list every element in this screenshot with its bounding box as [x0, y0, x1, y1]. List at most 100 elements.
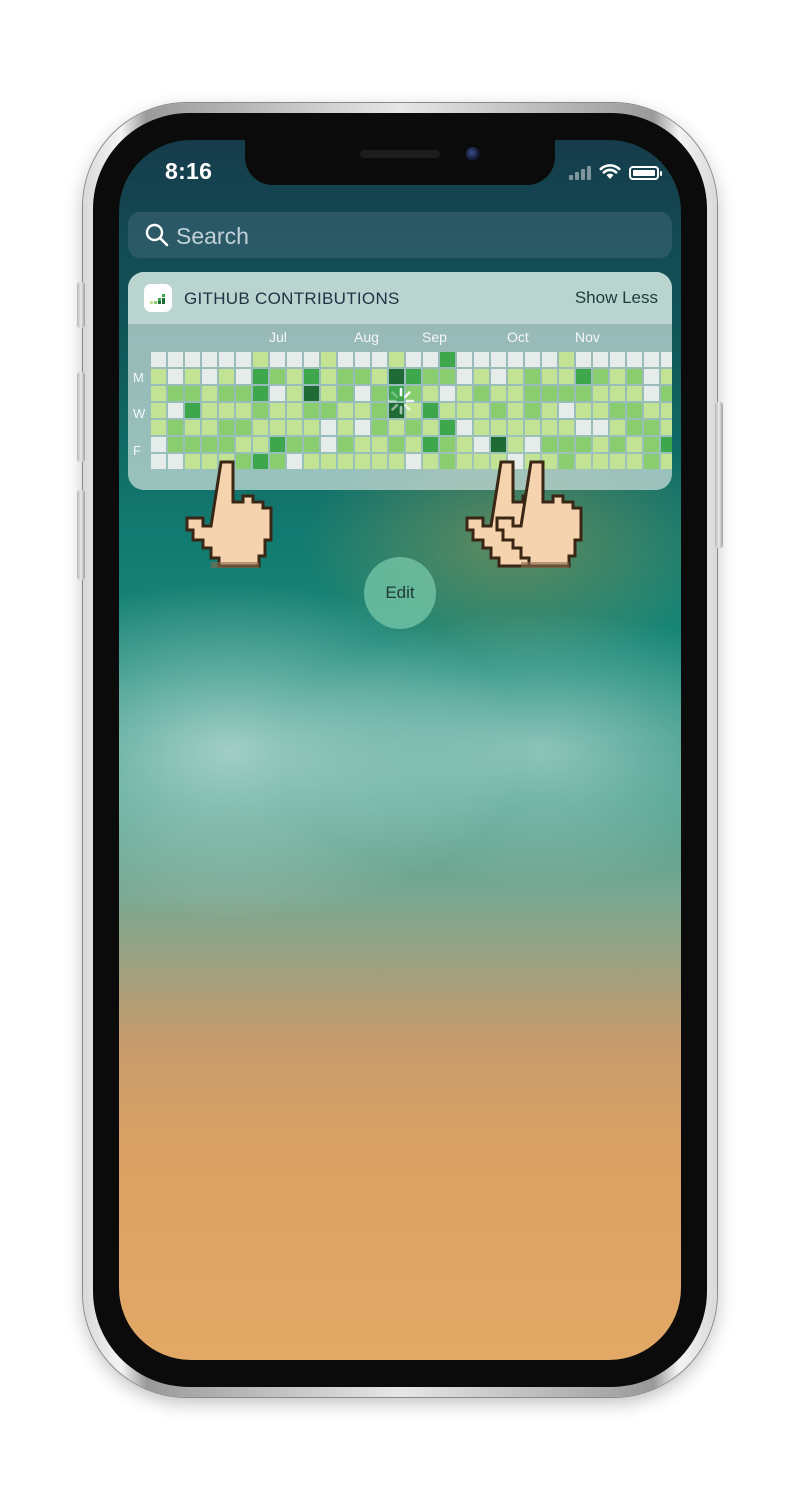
contribution-cell: [423, 352, 438, 367]
contribution-cell: [644, 386, 659, 401]
contribution-cell: [253, 386, 268, 401]
search-input[interactable]: [174, 221, 658, 251]
contribution-cell: [627, 420, 642, 435]
contribution-cell: [576, 403, 591, 418]
wifi-icon: [599, 164, 621, 179]
contribution-cell: [627, 437, 642, 452]
contribution-cell: [355, 403, 370, 418]
contribution-cell: [270, 352, 285, 367]
contribution-cell: [661, 420, 672, 435]
day-label: W: [133, 406, 146, 421]
contribution-cell: [508, 420, 523, 435]
day-label: M: [133, 370, 144, 385]
widget-title: GITHUB CONTRIBUTIONS: [184, 289, 400, 308]
contribution-cell: [219, 369, 234, 384]
contribution-cell: [474, 369, 489, 384]
contribution-cell: [474, 420, 489, 435]
contribution-cell: [440, 403, 455, 418]
contribution-cell: [185, 386, 200, 401]
contribution-cell: [321, 437, 336, 452]
contribution-cell: [474, 352, 489, 367]
contribution-cell: [168, 386, 183, 401]
contribution-cell: [542, 437, 557, 452]
contribution-cell: [287, 386, 302, 401]
contribution-cell: [508, 386, 523, 401]
contribution-cell: [270, 369, 285, 384]
contribution-cell: [151, 403, 166, 418]
volume-down-button: [77, 490, 85, 580]
search-icon: [145, 223, 169, 247]
contribution-cell: [593, 369, 608, 384]
contribution-cell: [168, 369, 183, 384]
contribution-cell: [525, 437, 540, 452]
mute-switch: [77, 282, 85, 328]
contribution-cell: [168, 352, 183, 367]
contribution-cell: [321, 420, 336, 435]
contribution-cell: [559, 403, 574, 418]
contribution-cell: [559, 437, 574, 452]
contribution-cell: [185, 437, 200, 452]
contribution-cell: [440, 437, 455, 452]
contribution-cell: [644, 454, 659, 469]
contribution-cell: [525, 403, 540, 418]
contribution-cell: [576, 369, 591, 384]
contribution-cell: [440, 454, 455, 469]
contribution-cell: [610, 352, 625, 367]
contribution-cell: [338, 386, 353, 401]
contribution-cell: [338, 454, 353, 469]
contribution-cell: [423, 454, 438, 469]
contribution-cell: [168, 420, 183, 435]
phone-screen: 8:16 Search GITHUB CONTRIBUTIONS Show Le…: [119, 140, 681, 1360]
contribution-cell: [542, 420, 557, 435]
contribution-cell: [338, 403, 353, 418]
contribution-cell: [457, 403, 472, 418]
contribution-cell: [644, 369, 659, 384]
contribution-cell: [389, 369, 404, 384]
contribution-cell: [287, 454, 302, 469]
contribution-cell: [559, 420, 574, 435]
contribution-cell: [576, 352, 591, 367]
contribution-cell: [576, 386, 591, 401]
contribution-cell: [372, 386, 387, 401]
contribution-cell: [593, 352, 608, 367]
hand-cursor-icon: [185, 460, 273, 568]
contribution-cell: [508, 352, 523, 367]
contribution-cell: [627, 352, 642, 367]
edit-button[interactable]: Edit: [364, 557, 436, 629]
contribution-cell: [542, 403, 557, 418]
contribution-cell: [610, 403, 625, 418]
contribution-cell: [185, 352, 200, 367]
contribution-cell: [253, 403, 268, 418]
contribution-cell: [321, 403, 336, 418]
contribution-cell: [338, 420, 353, 435]
contribution-cell: [185, 420, 200, 435]
contribution-cell: [219, 437, 234, 452]
contribution-cell: [151, 386, 166, 401]
contribution-cell: [525, 420, 540, 435]
contribution-cell: [219, 403, 234, 418]
contribution-cell: [593, 437, 608, 452]
contribution-cell: [406, 352, 421, 367]
contribution-cell: [610, 454, 625, 469]
contribution-cell: [219, 352, 234, 367]
contribution-cell: [440, 352, 455, 367]
contribution-cell: [253, 369, 268, 384]
contribution-cell: [202, 369, 217, 384]
contribution-cell: [508, 403, 523, 418]
search-bar[interactable]: [128, 212, 672, 258]
contribution-cell: [287, 437, 302, 452]
contribution-cell: [372, 352, 387, 367]
contribution-cell: [304, 454, 319, 469]
contribution-cell: [440, 420, 455, 435]
contribution-cell: [321, 352, 336, 367]
contribution-cell: [423, 369, 438, 384]
show-less-button[interactable]: Show Less: [575, 288, 658, 308]
contribution-cell: [389, 420, 404, 435]
contribution-cell: [304, 369, 319, 384]
contribution-cell: [372, 454, 387, 469]
contribution-cell: [287, 352, 302, 367]
contribution-cell: [202, 420, 217, 435]
hand-cursor-icon: [495, 460, 583, 568]
notch: [245, 140, 555, 185]
contribution-cell: [661, 403, 672, 418]
